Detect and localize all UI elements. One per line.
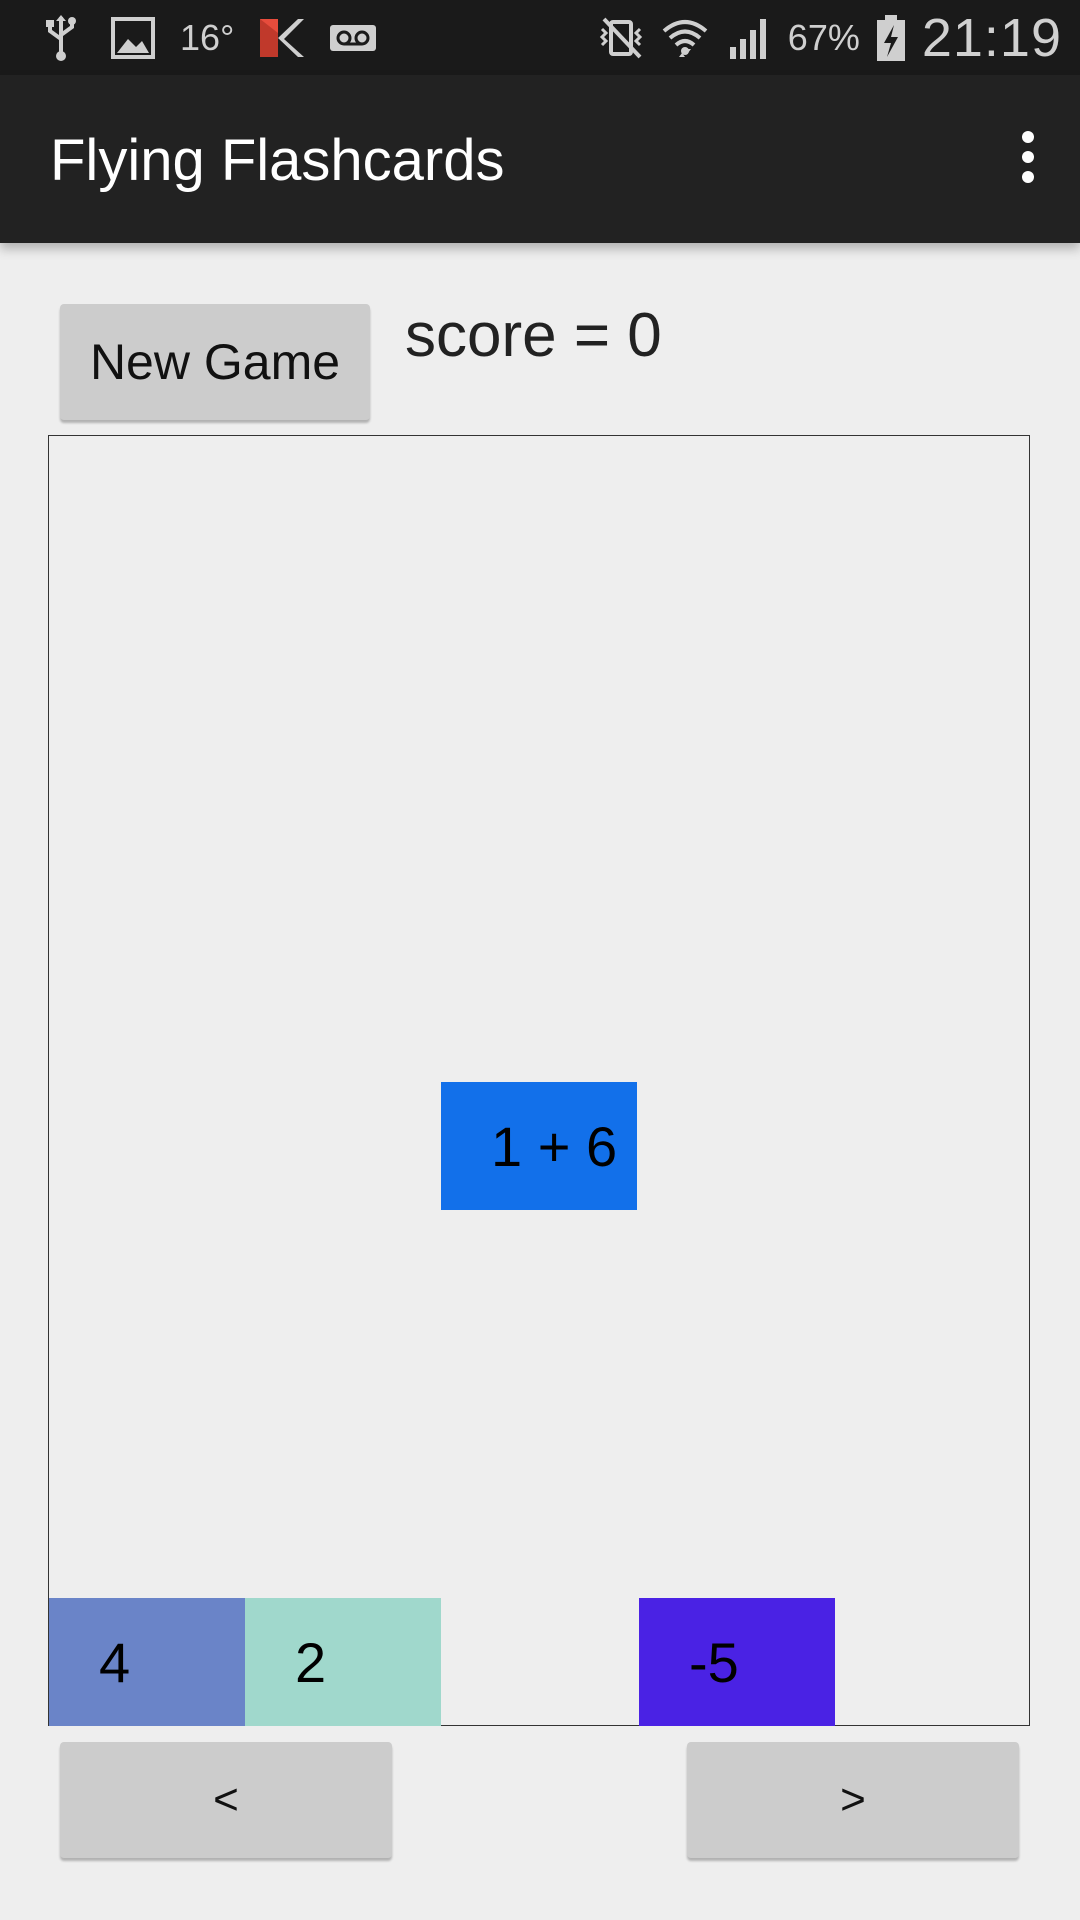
status-bar-right: 67% 21:19 bbox=[596, 6, 1062, 70]
answer-card: 2 bbox=[245, 1598, 441, 1726]
answer-card: -5 bbox=[639, 1598, 835, 1726]
wifi-icon bbox=[660, 13, 710, 63]
image-icon bbox=[108, 13, 158, 63]
app-title: Flying Flashcards bbox=[50, 128, 505, 193]
question-card: 1 + 6 bbox=[441, 1082, 637, 1210]
usb-icon bbox=[36, 13, 86, 63]
overflow-menu-icon[interactable] bbox=[998, 117, 1058, 197]
voicemail-icon bbox=[328, 13, 378, 63]
vibrate-icon bbox=[596, 13, 646, 63]
move-right-button[interactable]: > bbox=[687, 1742, 1019, 1858]
app-bar: Flying Flashcards bbox=[0, 75, 1080, 243]
clock-text: 21:19 bbox=[921, 8, 1062, 68]
status-bar: 16° 67% 21:19 bbox=[0, 0, 1080, 75]
overflow-dot bbox=[1022, 131, 1034, 143]
temperature-text: 16° bbox=[180, 17, 235, 58]
move-left-button[interactable]: < bbox=[60, 1742, 392, 1858]
score-text: score = 0 bbox=[405, 301, 662, 370]
status-bar-left: 16° bbox=[36, 10, 378, 66]
answer-card: 4 bbox=[49, 1598, 245, 1726]
new-game-button[interactable]: New Game bbox=[60, 304, 370, 420]
game-area: 1 + 6 4 2 -5 bbox=[48, 435, 1030, 1726]
battery-charging-icon bbox=[874, 13, 908, 63]
battery-percent-text: 67% bbox=[787, 17, 860, 58]
signal-icon bbox=[724, 13, 774, 63]
kaspersky-icon bbox=[256, 13, 306, 63]
overflow-dot bbox=[1022, 171, 1034, 183]
overflow-dot bbox=[1022, 151, 1034, 163]
